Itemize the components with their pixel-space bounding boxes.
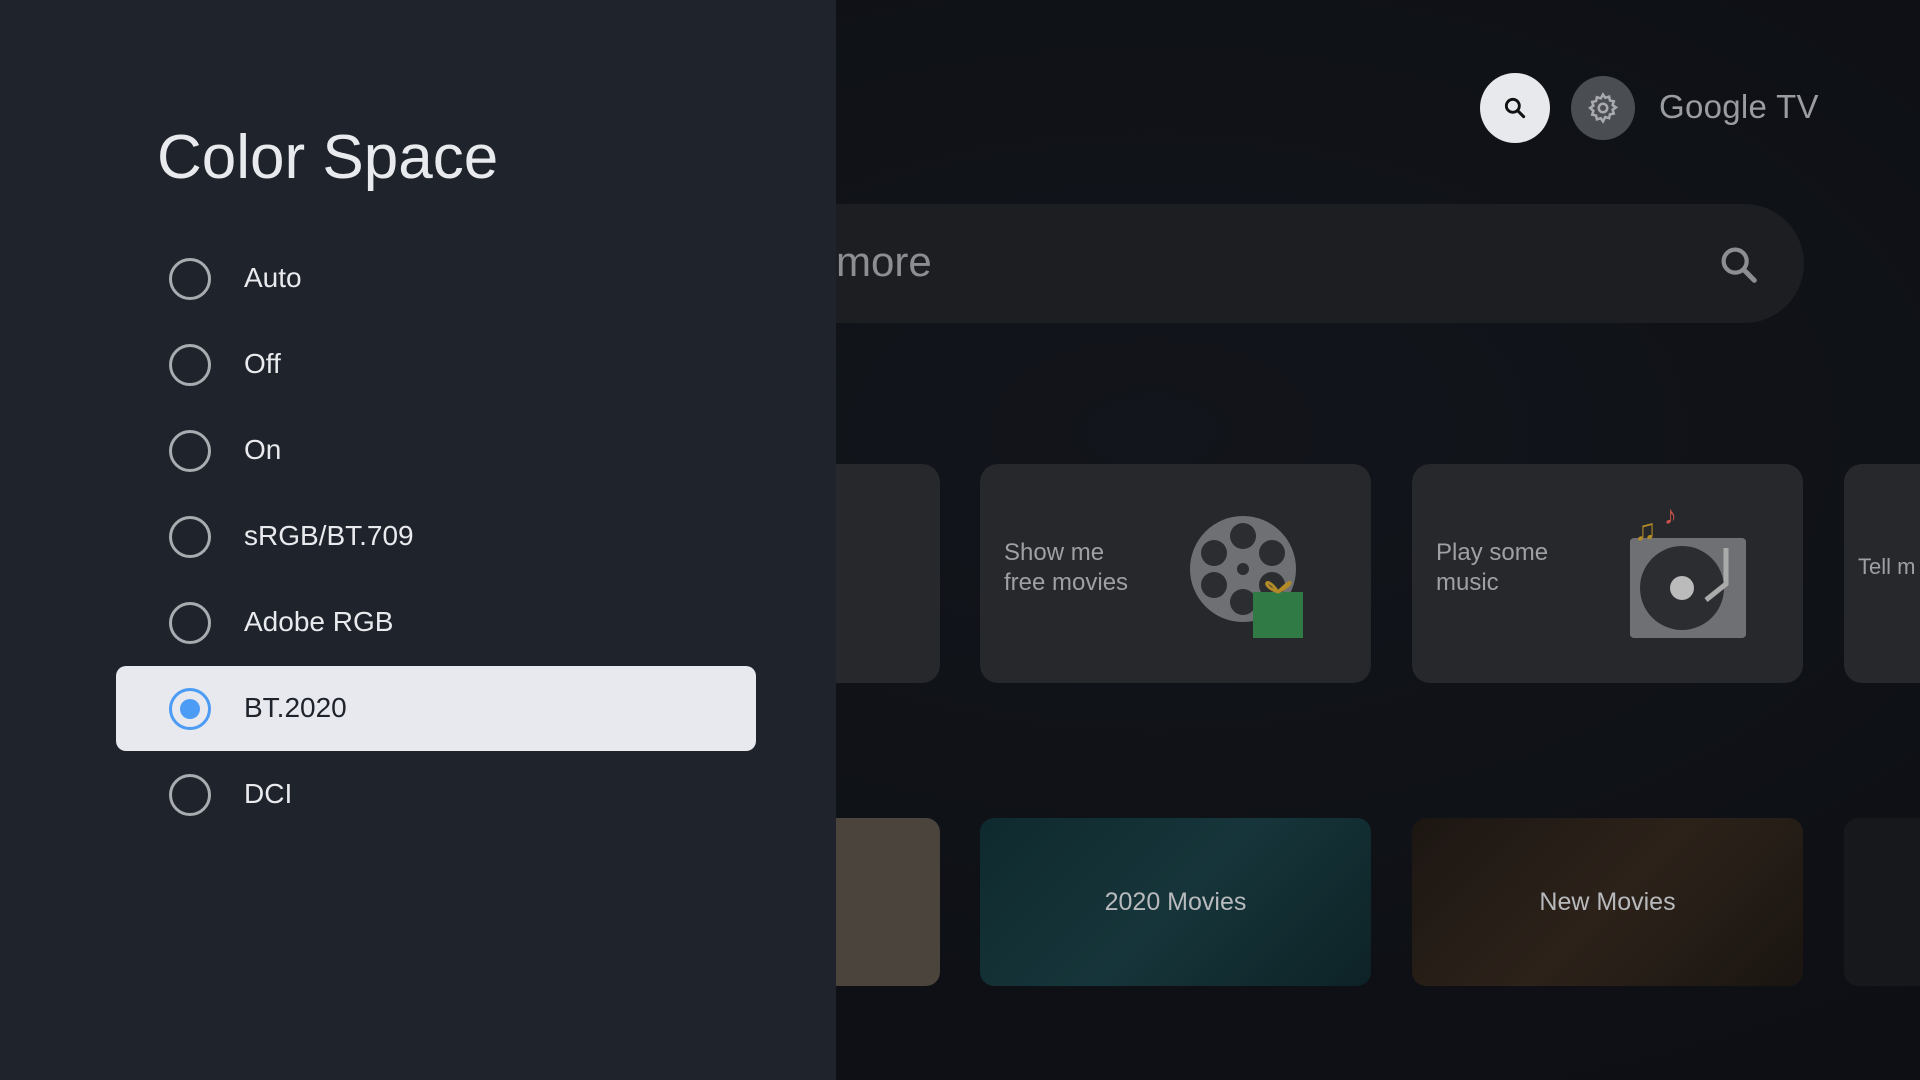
option-srgb-bt-709[interactable]: sRGB/BT.709 — [116, 494, 756, 579]
google-tv-logo: Google TV — [1659, 88, 1819, 125]
option-dci[interactable]: DCI — [116, 752, 756, 837]
radio-button[interactable] — [169, 602, 211, 644]
search-button[interactable] — [1480, 73, 1550, 143]
option-label: Off — [244, 348, 281, 379]
page-title: Color Space — [157, 123, 499, 192]
settings-button[interactable] — [1571, 76, 1635, 140]
turntable-icon: ♫ ♪ — [1630, 504, 1746, 638]
tile-new-movies[interactable]: New Movies — [1412, 818, 1803, 986]
card-label: Show me free movies — [1004, 539, 1129, 596]
tile-label: New Movies — [1539, 888, 1676, 916]
option-adobe-rgb[interactable]: Adobe RGB — [116, 580, 756, 665]
radio-button[interactable] — [169, 258, 211, 300]
radio-selected-dot — [180, 699, 200, 719]
card-label: Play some music — [1436, 539, 1549, 596]
radio-button[interactable] — [169, 516, 211, 558]
radio-button[interactable] — [169, 688, 211, 730]
option-label: On — [244, 434, 282, 465]
option-label: Auto — [244, 262, 302, 293]
search-icon — [1504, 97, 1526, 119]
card-label: Tell m — [1858, 554, 1916, 579]
option-off[interactable]: Off — [116, 322, 756, 407]
radio-button[interactable] — [169, 774, 211, 816]
option-bt-2020[interactable]: BT.2020 — [116, 666, 756, 751]
suggestion-card-tell-me[interactable]: Tell m — [1844, 464, 1920, 683]
option-on[interactable]: On — [116, 408, 756, 493]
film-reel-gift-icon — [1190, 516, 1303, 638]
gear-icon — [1588, 92, 1619, 124]
color-space-panel: Color Space Auto Off On sRGB/BT.709 Adobe RG… — [0, 0, 836, 1080]
tile[interactable] — [1844, 818, 1920, 986]
svg-text:♪: ♪ — [1664, 504, 1677, 530]
search-icon — [1721, 247, 1757, 283]
suggestion-card-free-movies[interactable]: Show me free movies — [980, 464, 1371, 683]
radio-button[interactable] — [169, 344, 211, 386]
suggestion-card-music[interactable]: Play some music ♫ ♪ — [1412, 464, 1803, 683]
option-label: BT.2020 — [244, 692, 347, 723]
tile-label: 2020 Movies — [1104, 888, 1247, 916]
tile-2020-movies[interactable]: 2020 Movies — [980, 818, 1371, 986]
option-auto[interactable]: Auto — [116, 236, 756, 321]
option-label: sRGB/BT.709 — [244, 520, 414, 551]
radio-button[interactable] — [169, 430, 211, 472]
option-label: Adobe RGB — [244, 606, 394, 637]
svg-text:♫: ♫ — [1634, 514, 1657, 547]
search-bar-text: more — [836, 238, 932, 285]
option-label: DCI — [244, 778, 293, 809]
